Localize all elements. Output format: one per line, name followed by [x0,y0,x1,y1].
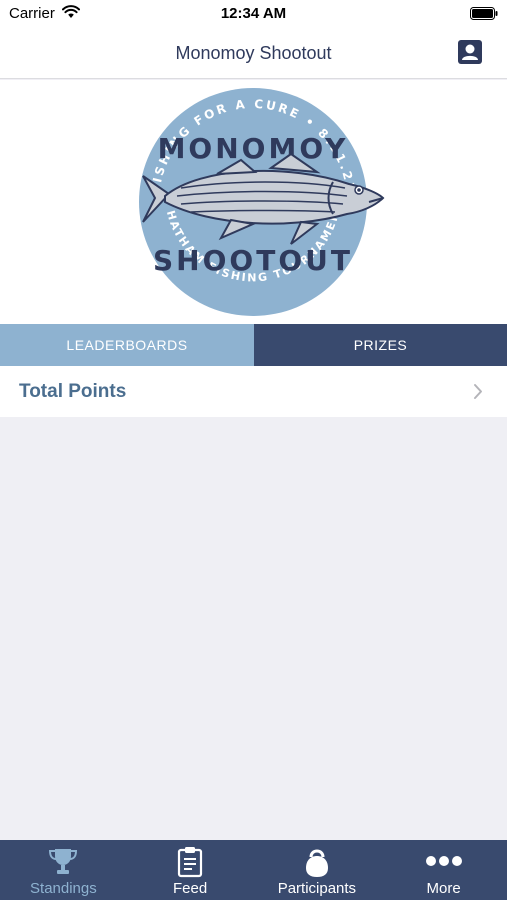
status-bar: Carrier 12:34 AM [0,0,507,30]
bottom-tab-bar: Standings Feed Participants More [0,840,507,900]
more-dots-icon [425,856,462,866]
clipboard-icon [178,847,203,878]
content-area [0,417,507,840]
kettlebell-icon [305,849,328,877]
tab-participants[interactable]: Participants [254,840,381,900]
tournament-logo-area: FISHING FOR A CURE • 8.11.23 CHATHAM FIS… [0,80,507,324]
profile-icon[interactable] [457,39,483,65]
page-title: Monomoy Shootout [175,43,332,63]
chevron-right-icon [474,384,482,399]
clock: 12:34 AM [220,5,287,22]
battery-icon [470,7,498,20]
tab-standings[interactable]: Standings [0,840,127,900]
tab-standings-label: Standings [30,880,97,897]
logo-name-line1: MONOMOY [158,132,349,165]
list-item-total-points[interactable]: Total Points [0,366,507,417]
tab-participants-label: Participants [277,880,357,897]
tournament-logo: FISHING FOR A CURE • 8.11.23 CHATHAM FIS… [121,84,385,316]
trophy-icon [49,849,78,874]
tab-feed[interactable]: Feed [127,840,254,900]
list-item-label: Total Points [19,381,127,402]
tab-prizes[interactable]: PRIZES [254,324,507,366]
tab-more-label: More [426,880,461,897]
segmented-tabs: LEADERBOARDS PRIZES [0,324,507,366]
tab-more[interactable]: More [380,840,507,900]
tab-leaderboards[interactable]: LEADERBOARDS [0,324,254,366]
navigation-bar: Monomoy Shootout [0,30,507,79]
tab-feed-label: Feed [173,880,208,897]
logo-name-line2: SHOOTOUT [153,244,353,277]
